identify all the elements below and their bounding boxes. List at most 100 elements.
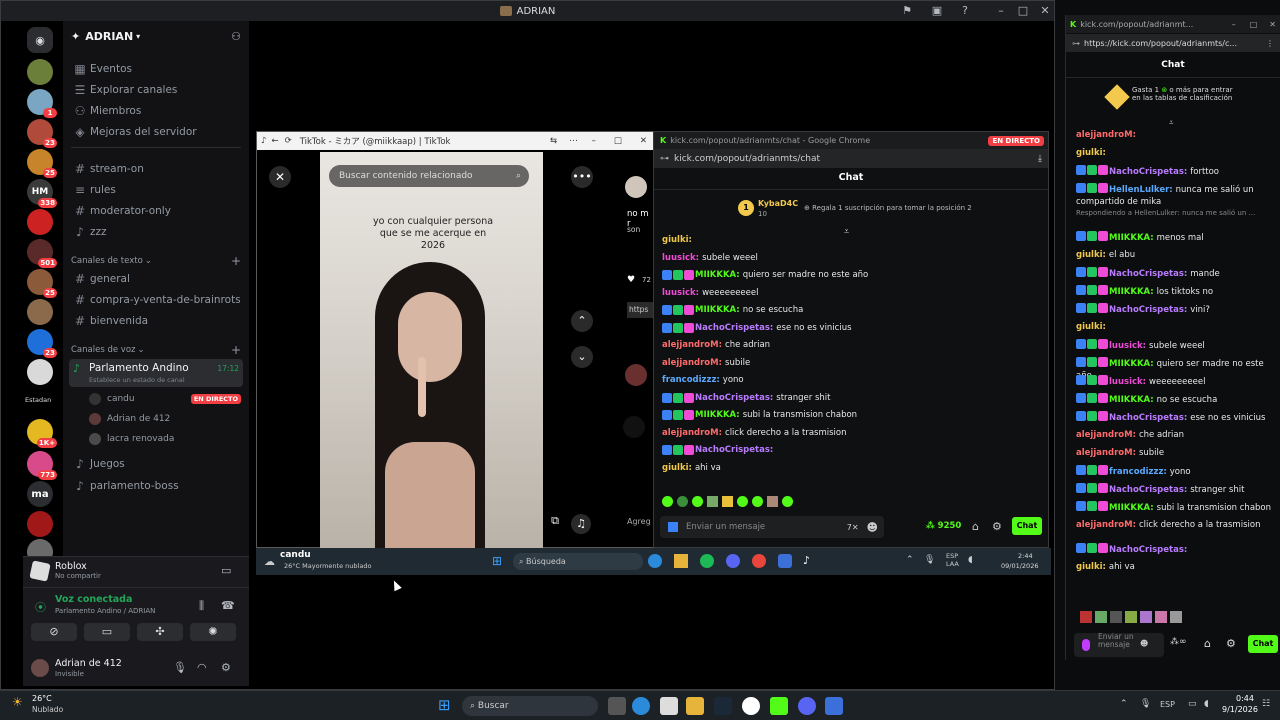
server-header[interactable]: ✦ ADRIAN ▾ ⚇	[71, 27, 241, 45]
send-chat-button[interactable]: Chat	[1248, 635, 1278, 653]
more-icon[interactable]: ⋮	[1266, 39, 1274, 48]
chat-message[interactable]: giulki: ahi va	[1076, 561, 1274, 573]
emote-icon[interactable]	[782, 496, 793, 507]
discord-icon[interactable]	[798, 697, 816, 715]
language-indicator[interactable]: ESP	[1160, 700, 1175, 709]
tiktok-icon[interactable]: ♪	[803, 554, 817, 568]
related-search-input[interactable]: Buscar contenido relacionado ⌕	[329, 165, 529, 187]
chat-username[interactable]: luusick:	[1109, 341, 1149, 351]
chat-message[interactable]: MIIKKKA: subi la transmision chabon	[1076, 501, 1274, 514]
emote-icon[interactable]	[1140, 611, 1152, 623]
server-icon[interactable]: 1K+	[27, 419, 57, 448]
emote-icon[interactable]	[662, 496, 673, 507]
folder-icon[interactable]	[674, 554, 688, 568]
server-icon[interactable]: ma	[27, 481, 53, 507]
chat-username[interactable]: NachoCrispetas:	[695, 323, 773, 333]
server-icon[interactable]: 1	[27, 89, 57, 118]
kick-popup-urlbar[interactable]: ⊶ kick.com/popout/adrianmts/chat ⤓	[654, 149, 1048, 168]
emote-icon[interactable]	[1080, 611, 1092, 623]
avatar[interactable]	[31, 659, 49, 677]
gifter-name[interactable]: KybaD4C	[758, 199, 798, 208]
edge-icon[interactable]	[632, 697, 650, 715]
tray-chevron-icon[interactable]: ⌃	[906, 555, 914, 565]
voice-channel-parlamento-boss[interactable]: ♪ parlamento-boss	[73, 476, 241, 496]
maximize-icon[interactable]: □	[1015, 3, 1031, 19]
chat-message[interactable]: alejjandroM:	[1076, 129, 1274, 141]
chat-username[interactable]: NachoCrispetas:	[1109, 167, 1190, 177]
chat-message[interactable]: MIIKKKA: subi la transmision chabon	[662, 407, 1042, 423]
chat-message[interactable]: giulki: el abu	[1076, 249, 1274, 261]
voice-channel-active[interactable]: ♪ Parlamento Andino 17:12 Establece un e…	[69, 359, 243, 387]
channel-stream-on[interactable]: # stream-on	[73, 159, 241, 179]
chat-message[interactable]: MIIKKKA: quiero ser madre no este año	[662, 267, 1042, 283]
close-icon[interactable]: ✕	[640, 136, 647, 146]
chat-message[interactable]: Respondiendo a HellenLulker: nunca me sa…	[1076, 207, 1274, 219]
avatar[interactable]	[625, 176, 647, 198]
camera-off-button[interactable]: ⊘	[31, 623, 77, 641]
chat-username[interactable]: NachoCrispetas:	[695, 393, 773, 403]
chat-username[interactable]: alejjandroM:	[1076, 448, 1139, 458]
emote-icon[interactable]	[752, 496, 763, 507]
back-icon[interactable]: ←	[271, 136, 278, 146]
channel-moderator-only[interactable]: # moderator-only	[73, 201, 241, 221]
server-icon[interactable]: 23	[27, 119, 57, 148]
nav-members[interactable]: ⚇ Miembros	[73, 101, 241, 121]
steam-icon[interactable]	[714, 697, 732, 715]
chat-username[interactable]: NachoCrispetas:	[1109, 269, 1190, 279]
chat-username[interactable]: francodizzz:	[662, 375, 720, 385]
app-icon[interactable]	[825, 697, 843, 715]
chat-username[interactable]: NachoCrispetas:	[1109, 545, 1187, 555]
category-text[interactable]: Canales de texto ⌄ +	[71, 254, 241, 268]
chat-message[interactable]: alejjandroM: click derecho a la trasmisi…	[1076, 519, 1274, 531]
chat-username[interactable]: MIIKKKA:	[695, 270, 740, 280]
chat-message[interactable]: MIIKKKA: no se escucha	[662, 302, 1042, 318]
chat-message[interactable]: NachoCrispetas: mande	[1076, 267, 1274, 280]
settings-gear-icon[interactable]: ⚙	[221, 661, 231, 674]
chat-message[interactable]: francodizzz: yono	[662, 372, 1042, 388]
weather-icon[interactable]: ☀	[12, 695, 23, 709]
emote-picker-icon[interactable]: 7✕	[847, 523, 859, 532]
server-icon[interactable]: 25	[27, 149, 57, 178]
chat-message[interactable]: NachoCrispetas: forttoo	[1076, 165, 1274, 178]
server-icon[interactable]	[27, 209, 53, 235]
chat-message[interactable]: MIIKKKA: los tiktoks no	[1076, 285, 1274, 298]
screen-share-button[interactable]: ▭	[84, 623, 130, 641]
chat-message[interactable]: giulki: ahi va	[662, 460, 1042, 476]
chat-username[interactable]: giulki:	[1076, 322, 1106, 332]
server-icon[interactable]	[27, 59, 53, 85]
disconnect-icon[interactable]: ☎	[221, 599, 235, 612]
search-box[interactable]: ⌕ Búsqueda	[513, 553, 643, 570]
leaderboard-promo[interactable]: Gasta 1 ⊛ o más para entrar en las tabla…	[1132, 86, 1237, 102]
emote-icon[interactable]	[722, 496, 733, 507]
chat-message[interactable]: NachoCrispetas: vini?	[1076, 303, 1274, 316]
chat-input[interactable]: Enviar un mensaje 7✕ ☻	[660, 516, 884, 538]
discord-icon[interactable]	[726, 554, 740, 568]
settings-gear-icon[interactable]: ⚙	[992, 520, 1002, 533]
chat-username[interactable]: NachoCrispetas:	[1109, 305, 1190, 315]
chat-username[interactable]: giulki:	[662, 463, 692, 473]
discord-home-icon[interactable]: ◉	[27, 27, 53, 53]
channel-rules[interactable]: ≡ rules	[73, 180, 241, 200]
activities-button[interactable]: ✣	[137, 623, 183, 641]
category-voice[interactable]: Canales de voz ⌄ +	[71, 343, 241, 357]
chat-username[interactable]: MIIKKKA:	[1109, 287, 1157, 297]
minimize-icon[interactable]: –	[592, 136, 596, 146]
task-view-icon[interactable]	[608, 697, 626, 715]
server-icon[interactable]	[27, 511, 53, 537]
headphones-icon[interactable]: ◠	[197, 661, 207, 674]
channel-bienvenida[interactable]: # bienvenida	[73, 311, 241, 331]
chat-message[interactable]: luusick: weeeeeeeeel	[662, 285, 1042, 301]
chat-username[interactable]: alejjandroM:	[1076, 130, 1136, 140]
server-icon[interactable]: 23	[27, 329, 57, 358]
chat-username[interactable]: luusick:	[1109, 377, 1149, 387]
chat-username[interactable]: MIIKKKA:	[1109, 395, 1157, 405]
folder-icon[interactable]	[686, 697, 704, 715]
nav-events[interactable]: ▦ Eventos	[73, 59, 241, 79]
chat-username[interactable]: NachoCrispetas:	[1109, 413, 1190, 423]
add-channel-icon[interactable]: +	[231, 254, 241, 268]
chat-username[interactable]: MIIKKKA:	[695, 305, 740, 315]
chat-message[interactable]: MIIKKKA: menos mal	[1076, 231, 1274, 244]
chat-username[interactable]: MIIKKKA:	[1109, 233, 1157, 243]
chat-username[interactable]: francodizzz:	[1109, 467, 1170, 477]
emote-icon[interactable]	[707, 496, 718, 507]
